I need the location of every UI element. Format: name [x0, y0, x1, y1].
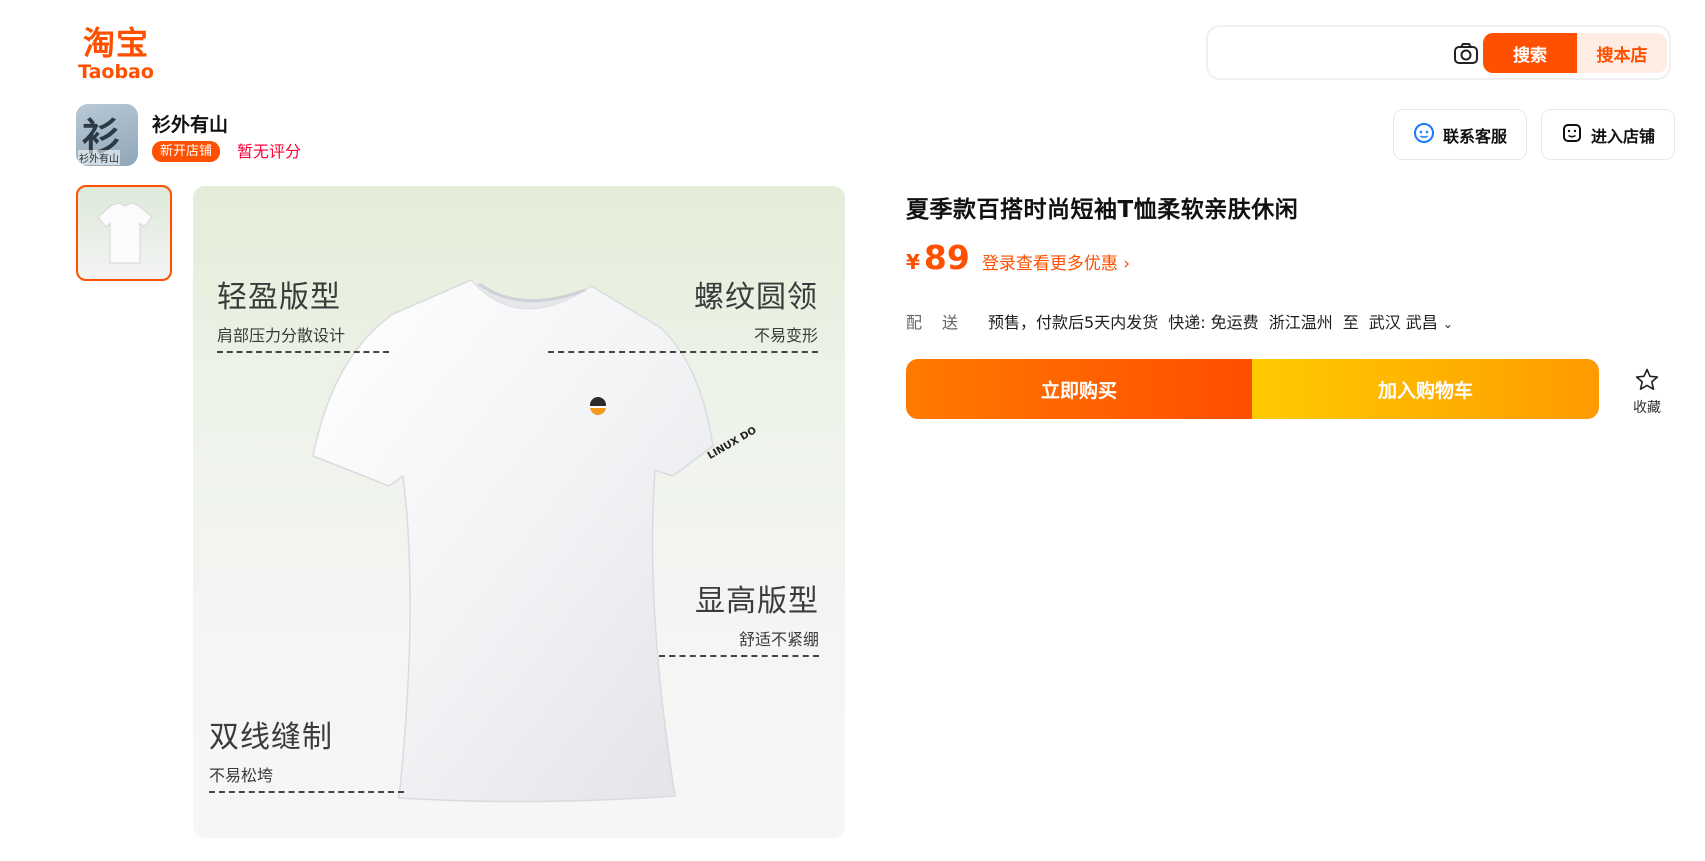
- to-text: 至: [1342, 313, 1359, 332]
- feature-subtitle: 肩部压力分散设计: [217, 326, 346, 345]
- new-shop-badge: 新开店铺: [152, 141, 221, 162]
- feature-subtitle: 不易松垮: [209, 766, 274, 785]
- chevron-down-icon: ⌄: [1442, 317, 1453, 331]
- shipping-row: 配送 预售，付款后5天内发货 快递: 免运费 浙江温州 至 武汉 武昌 ⌄: [906, 309, 1453, 333]
- contact-service-button[interactable]: 联系客服: [1393, 109, 1527, 160]
- feature-title: 螺纹圆领: [694, 280, 818, 315]
- logo-cn: 淘宝: [82, 24, 149, 62]
- presale-text: 预售，付款后5天内发货: [988, 313, 1159, 332]
- feature-callout: 显高版型 舒适不紧绷: [659, 576, 819, 657]
- feature-subtitle: 不易变形: [753, 326, 818, 345]
- chevron-right-icon: ›: [1123, 254, 1131, 274]
- feature-callout: 螺纹圆领 不易变形: [548, 272, 818, 353]
- price-value: 89: [923, 238, 970, 277]
- customer-service-icon: [1413, 122, 1435, 148]
- price-row: ¥ 89 登录查看更多优惠 ›: [906, 238, 1130, 277]
- login-promo-link[interactable]: 登录查看更多优惠 ›: [982, 249, 1130, 274]
- search-bar: 搜索 搜本店: [1206, 25, 1671, 80]
- camera-icon[interactable]: [1452, 40, 1480, 68]
- shop-avatar[interactable]: 衫 衫外有山: [76, 104, 138, 166]
- destination-text: 武汉 武昌: [1368, 313, 1438, 332]
- shop-icon: [1561, 122, 1583, 148]
- feature-divider: [659, 655, 819, 657]
- express-text: 快递: 免运费: [1168, 313, 1259, 332]
- shop-avatar-text: 衫外有山: [78, 150, 120, 165]
- add-to-cart-button[interactable]: 加入购物车: [1252, 359, 1599, 419]
- favorite-label: 收藏: [1633, 400, 1661, 416]
- product-title: 夏季款百搭时尚短袖T恤柔软亲肤休闲: [906, 197, 1299, 223]
- enter-shop-label: 进入店铺: [1590, 126, 1655, 146]
- feature-callout: 双线缝制 不易松垮: [209, 712, 404, 793]
- feature-title: 双线缝制: [209, 720, 333, 755]
- feature-title: 显高版型: [695, 584, 819, 619]
- purchase-bar: 立即购买 加入购物车: [906, 359, 1599, 419]
- shop-name[interactable]: 衫外有山: [152, 110, 228, 137]
- taobao-logo[interactable]: 淘宝 Taobao: [76, 24, 156, 82]
- origin-text: 浙江温州: [1268, 313, 1333, 332]
- star-icon: [1634, 368, 1660, 397]
- feature-subtitle: 舒适不紧绷: [738, 630, 819, 649]
- gallery-thumbnail[interactable]: [76, 185, 172, 281]
- shop-rating: 暂无评分: [237, 142, 302, 161]
- buy-now-button[interactable]: 立即购买: [906, 359, 1252, 419]
- contact-service-label: 联系客服: [1442, 126, 1507, 146]
- enter-shop-button[interactable]: 进入店铺: [1541, 109, 1675, 160]
- favorite-button[interactable]: 收藏: [1625, 367, 1669, 417]
- search-button[interactable]: 搜索: [1483, 33, 1577, 73]
- search-store-button[interactable]: 搜本店: [1577, 33, 1667, 73]
- feature-divider: [209, 791, 404, 793]
- shipping-label: 配送: [906, 313, 979, 332]
- tshirt-thumbnail-image: [97, 202, 153, 264]
- feature-divider: [217, 351, 389, 353]
- destination-selector[interactable]: 武汉 武昌 ⌄: [1369, 309, 1453, 333]
- feature-callout: 轻盈版型 肩部压力分散设计: [217, 272, 389, 353]
- feature-divider: [548, 351, 818, 353]
- logo-en: Taobao: [78, 61, 154, 83]
- feature-title: 轻盈版型: [217, 280, 341, 315]
- login-promo-text: 登录查看更多优惠: [981, 254, 1118, 274]
- main-product-image[interactable]: LINUX DO 轻盈版型 肩部压力分散设计 螺纹圆领 不易变形 显高版型 舒适…: [193, 186, 845, 838]
- currency-symbol: ¥: [906, 250, 920, 274]
